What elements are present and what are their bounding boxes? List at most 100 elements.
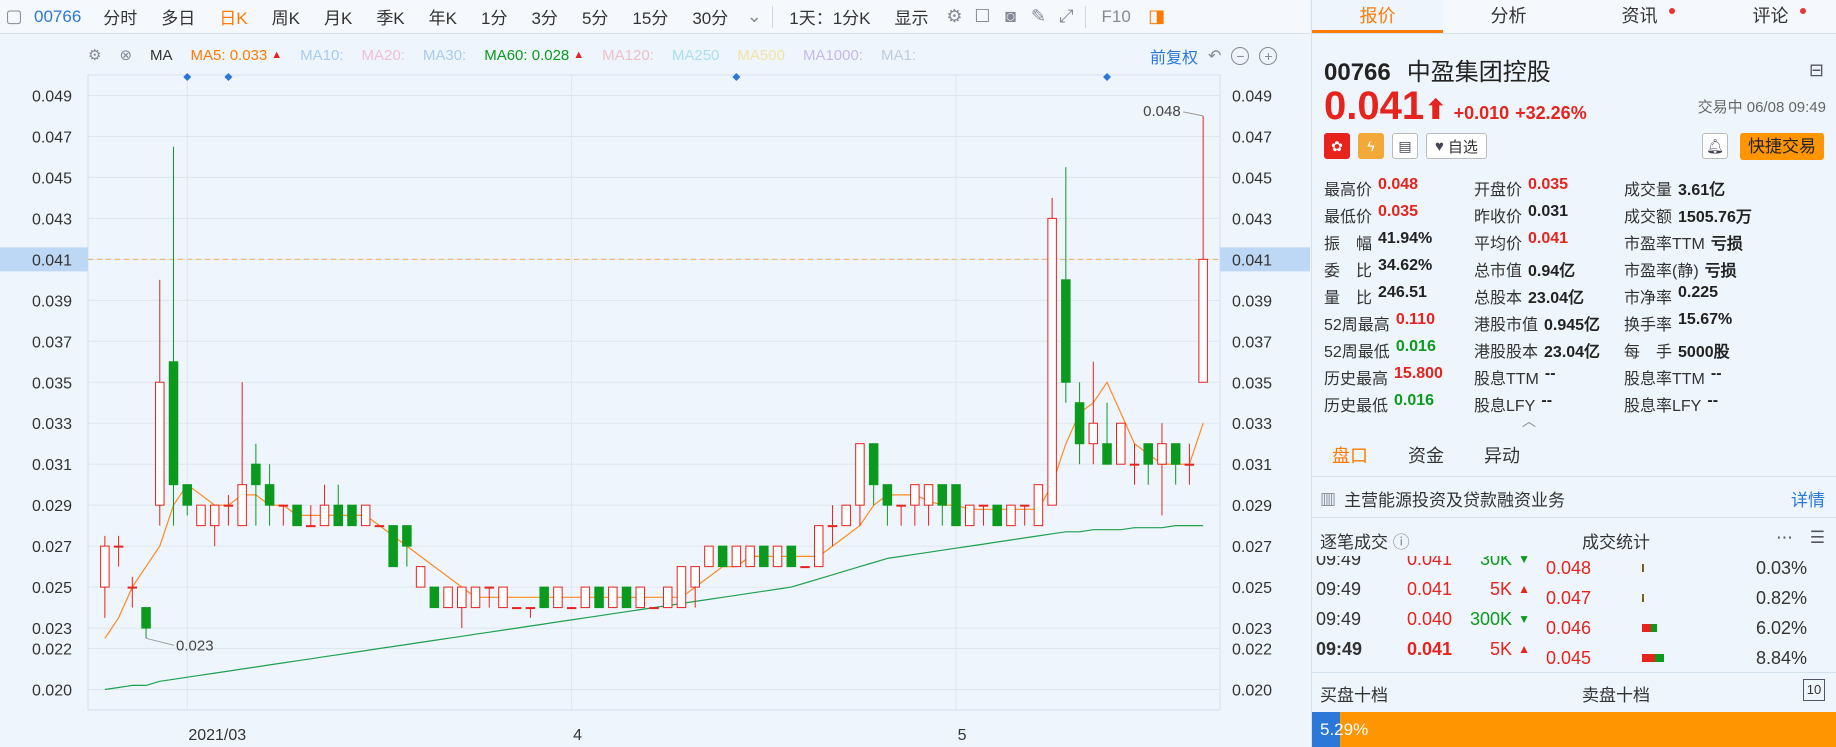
candle-body xyxy=(813,525,824,568)
tab-15min[interactable]: 15分 xyxy=(620,4,680,29)
close-icon[interactable]: ⊗ xyxy=(119,46,132,64)
kline-chart[interactable]: 0.049 0.049 0.047 0.047 0.045 0.045 0.043 0.043… xyxy=(0,35,1310,747)
x-tick-label: 2021/03 xyxy=(188,727,246,744)
stat-cell: 股息LFY -- xyxy=(1474,392,1624,419)
candle-body xyxy=(855,443,865,506)
tab-multiday[interactable]: 多日 xyxy=(149,4,207,29)
candle-body xyxy=(841,504,851,527)
tab-movement[interactable]: 异动 xyxy=(1464,435,1540,476)
zoom-in-icon[interactable]: + xyxy=(1259,47,1278,65)
divider xyxy=(1084,5,1086,28)
sidebar-toggle-icon[interactable]: ▢ xyxy=(0,3,28,31)
stat-cell: 开盘价 0.035 xyxy=(1474,176,1624,203)
stat-value: 15.67% xyxy=(1678,311,1733,328)
candle-body xyxy=(209,504,220,527)
stat-label: 市净率 xyxy=(1624,290,1673,307)
y-tick-label-right: 0.027 xyxy=(1232,539,1272,556)
down-triangle-icon: ▼ xyxy=(1518,612,1530,626)
draw-pen-icon[interactable]: ✎ xyxy=(1025,3,1053,31)
stat-cell: 平均价 0.041 xyxy=(1474,230,1624,257)
candle-body xyxy=(306,525,316,528)
display-menu[interactable]: 显示 xyxy=(883,4,941,29)
quick-trade-button[interactable]: 快捷交易 xyxy=(1740,133,1824,160)
y-tick-label-left: 0.041 xyxy=(32,252,72,269)
quote-tabs: 报价 分析 资讯 评论 xyxy=(1312,0,1836,34)
y-tick-label-left: 0.037 xyxy=(32,334,72,351)
tab-daily-k[interactable]: 日K xyxy=(207,4,259,29)
candle-body xyxy=(1019,504,1030,507)
last-price: 0.041 xyxy=(1324,84,1425,128)
tab-capital[interactable]: 资金 xyxy=(1388,435,1464,476)
lightning-icon[interactable]: ϟ xyxy=(1358,133,1384,159)
depth-count-button[interactable]: 10 xyxy=(1803,679,1825,701)
settings-icon[interactable]: ⚙ xyxy=(88,46,101,64)
add-watchlist-label: 自选 xyxy=(1447,138,1478,156)
candle-body xyxy=(498,586,508,609)
candle-body xyxy=(951,484,961,527)
y-tick-label-left: 0.043 xyxy=(32,211,72,228)
bookmark-icon[interactable]: ▤ xyxy=(1392,133,1418,159)
stat-value: 15.800 xyxy=(1394,365,1443,382)
add-watchlist-button[interactable]: ♥ 自选 xyxy=(1426,133,1487,159)
period-select[interactable]: 1天：1分K xyxy=(777,4,882,29)
badge-row: ✿ ϟ ▤ ♥ 自选 xyxy=(1324,133,1487,159)
stat-value: -- xyxy=(1710,365,1722,382)
tab-orderbook[interactable]: 盘口 xyxy=(1312,435,1388,476)
settings-icon[interactable]: ⚙ xyxy=(941,3,969,31)
tab-yearly-k[interactable]: 年K xyxy=(417,4,469,29)
tab-comments-label: 评论 xyxy=(1752,6,1789,26)
layout-icon[interactable]: ⊟ xyxy=(1809,60,1824,81)
y-tick-label-right: 0.035 xyxy=(1232,375,1272,392)
tab-5min[interactable]: 5分 xyxy=(570,4,620,29)
trade-price: 0.041 xyxy=(1407,578,1453,599)
y-tick-label-left: 0.039 xyxy=(32,293,72,310)
zoom-out-icon[interactable]: − xyxy=(1231,47,1250,65)
camera-icon[interactable]: ◙ xyxy=(997,3,1025,31)
divider xyxy=(772,5,774,28)
stat-cell: 市盈率TTM 亏损 xyxy=(1624,230,1834,257)
panel-toggle-icon[interactable]: ◨ xyxy=(1143,3,1171,31)
stat-cell: 总市值 0.94亿 xyxy=(1474,257,1624,284)
collapse-icon[interactable]: ︿ xyxy=(1522,411,1536,431)
tab-quarterly-k[interactable]: 季K xyxy=(364,4,416,29)
tab-3min[interactable]: 3分 xyxy=(519,4,569,29)
tab-1min[interactable]: 1分 xyxy=(469,4,519,29)
fullscreen-icon[interactable]: ⤢ xyxy=(1053,3,1081,31)
f10-button[interactable]: F10 xyxy=(1090,7,1143,27)
tab-news[interactable]: 资讯 xyxy=(1574,0,1705,33)
adjust-select[interactable]: 前复权 xyxy=(1150,44,1198,68)
stat-label: 市盈率TTM xyxy=(1624,236,1705,253)
stock-name: 中盈集团控股 xyxy=(1406,59,1551,86)
detail-link[interactable]: 详情 xyxy=(1791,486,1825,511)
tab-intraday[interactable]: 分时 xyxy=(91,4,149,29)
tab-quote[interactable]: 报价 xyxy=(1312,0,1443,33)
bell-icon[interactable]: 🔔︎ xyxy=(1702,133,1728,159)
trades-title: 逐笔成交 ⓘ xyxy=(1320,528,1410,553)
tab-monthly-k[interactable]: 月K xyxy=(312,4,364,29)
tab-comments[interactable]: 评论 xyxy=(1705,0,1836,33)
y-tick-label-left: 0.033 xyxy=(32,416,72,433)
list-icon[interactable]: ☰ xyxy=(1810,528,1825,548)
candle-body xyxy=(429,586,440,609)
stat-label: 52周最高 xyxy=(1324,317,1390,334)
candle-body xyxy=(319,504,330,527)
y-tick-label-right: 0.023 xyxy=(1232,621,1272,638)
ma-label[interactable]: MA xyxy=(150,47,173,64)
stat-value: 5000股 xyxy=(1678,344,1730,361)
buy-book-label: 买盘十档 xyxy=(1320,686,1388,705)
undo-icon[interactable]: ↶ xyxy=(1208,46,1221,66)
trade-price: 0.040 xyxy=(1407,608,1453,629)
tab-30min[interactable]: 30分 xyxy=(680,4,740,29)
chevron-down-icon[interactable]: ⌄ xyxy=(740,3,768,31)
stat-label: 总股本 xyxy=(1474,290,1523,307)
candle-body xyxy=(292,504,302,527)
dist-pct: 0.03% xyxy=(1755,558,1807,578)
tab-weekly-k[interactable]: 周K xyxy=(260,4,312,29)
checkbox-icon[interactable]: ☐ xyxy=(969,3,997,31)
stat-label: 52周最低 xyxy=(1324,344,1390,361)
help-icon[interactable]: ⓘ xyxy=(1393,533,1410,552)
candle-body xyxy=(333,504,344,527)
candle-body xyxy=(511,607,522,610)
more-icon[interactable]: ⋯ xyxy=(1776,528,1793,548)
tab-analysis[interactable]: 分析 xyxy=(1443,0,1574,33)
